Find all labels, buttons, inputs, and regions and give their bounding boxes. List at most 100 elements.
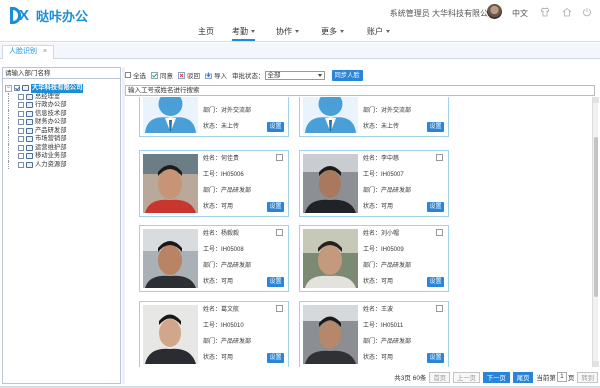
top-header: X 哒咔办公 系统管理员 大华科技有限公司 中文 主页 考勤 协作 更多 账户: [0, 0, 600, 42]
last-page-button[interactable]: 尾页: [512, 371, 534, 383]
department-search-input[interactable]: 请输入部门名称: [3, 68, 120, 79]
card-id: 工号：IH05007: [363, 172, 404, 178]
employee-card[interactable]: 姓名：何佳贵 工号：IH05006 部门：产品研发部 状态：可用 设置: [139, 150, 289, 217]
tree-checkbox[interactable]: [14, 85, 20, 92]
pagination: 共3页 60条 首页 上一页 下一页 尾页 当前第 1 页 转到: [125, 370, 598, 384]
tab-label: 人脸识别: [9, 48, 37, 55]
tree-item[interactable]: 信息技术部: [5, 109, 83, 118]
nav-attendance[interactable]: 考勤: [232, 27, 255, 41]
tree-item[interactable]: 人力资源部: [5, 160, 83, 169]
tree-item[interactable]: 总经理室: [5, 92, 83, 101]
face-photo: [303, 305, 358, 364]
scroll-thumb[interactable]: [594, 137, 598, 297]
approve-button[interactable]: 同意: [151, 70, 173, 80]
nav-more[interactable]: 更多: [321, 27, 344, 41]
card-department: 部门：产品研发部: [363, 188, 412, 194]
card-settings-button[interactable]: 设置: [427, 202, 444, 212]
current-user[interactable]: 系统管理员 大华科技有限公司: [390, 8, 496, 19]
card-name: 姓名：李中慈: [363, 156, 400, 162]
face-photo: [303, 229, 358, 288]
page-number-input[interactable]: 1: [556, 372, 567, 382]
tree-checkbox[interactable]: [18, 119, 24, 126]
reject-button[interactable]: 驳回: [178, 70, 200, 80]
card-id: 工号：IH05009: [363, 247, 404, 253]
card-id: [203, 97, 283, 106]
tree-item-label: 市场营销部: [35, 135, 67, 142]
card-id: 工号：IH05006: [203, 172, 244, 178]
tree-item[interactable]: 行政办公部: [5, 101, 83, 110]
nav-account[interactable]: 账户: [367, 27, 390, 41]
tree-item[interactable]: 运营维护部: [5, 143, 83, 152]
tree-item[interactable]: 财务办公部: [5, 118, 83, 127]
select-all-checkbox[interactable]: [125, 72, 131, 78]
tree-item-label: 移动业务部: [35, 152, 67, 159]
tree-checkbox[interactable]: [18, 102, 24, 109]
avatar[interactable]: [487, 4, 502, 19]
card-department: 部门：产品研发部: [363, 263, 412, 269]
card-settings-button[interactable]: 设置: [267, 122, 284, 132]
employee-card[interactable]: 姓名：王波 工号：IH05011 部门：产品研发部 状态：可用 设置: [299, 301, 449, 367]
approve-icon: [151, 71, 158, 79]
tree-root[interactable]: − 大华科技有限公司: [5, 84, 84, 93]
department-icon: [26, 144, 33, 151]
shirt-icon[interactable]: [540, 7, 550, 17]
scroll-up-arrow[interactable]: [593, 97, 599, 103]
card-settings-button[interactable]: 设置: [427, 353, 444, 363]
face-photo: [143, 154, 198, 213]
brand-name: 哒咔办公: [36, 10, 89, 25]
tree-root-label: 大华科技有限公司: [31, 84, 84, 93]
tree-item[interactable]: 市场营销部: [5, 135, 83, 144]
app-logo[interactable]: X 哒咔办公: [10, 6, 88, 25]
current-page-suffix: 页: [567, 375, 575, 382]
card-id: 工号：IH05008: [203, 247, 244, 253]
nav-collaboration[interactable]: 协作: [276, 27, 299, 41]
employee-card[interactable]: 姓名：刘小帽 工号：IH05009 部门：产品研发部 状态：可用 设置: [299, 225, 449, 292]
tree-checkbox[interactable]: [18, 127, 24, 134]
scroll-down-arrow[interactable]: [593, 361, 599, 367]
employee-card[interactable]: 姓名：李中慈 工号：IH05007 部门：产品研发部 状态：可用 设置: [299, 150, 449, 217]
content-scrollbar[interactable]: [592, 97, 599, 367]
power-icon[interactable]: [582, 7, 592, 17]
card-settings-button[interactable]: 设置: [267, 202, 284, 212]
tree-checkbox[interactable]: [18, 161, 24, 168]
tree-item[interactable]: 移动业务部: [5, 152, 83, 161]
card-settings-button[interactable]: 设置: [267, 277, 284, 287]
card-id: [363, 97, 443, 106]
go-page-button[interactable]: 转到: [577, 371, 598, 383]
approve-label: 同意: [160, 73, 173, 80]
card-settings-button[interactable]: 设置: [427, 122, 444, 132]
collapse-icon[interactable]: −: [5, 84, 12, 92]
tree-item-label: 总经理室: [35, 92, 61, 100]
card-department: 部门：产品研发部: [203, 339, 252, 345]
language-switch[interactable]: 中文: [512, 8, 528, 19]
first-page-button[interactable]: 首页: [429, 371, 451, 383]
import-button[interactable]: 导入: [205, 70, 227, 80]
next-page-button[interactable]: 下一页: [482, 371, 510, 383]
employee-card[interactable]: 姓名：杨毅毅 工号：IH05008 部门：产品研发部 状态：可用 设置: [139, 225, 289, 292]
employee-card[interactable]: 姓名：葛文航 工号：IH05010 部门：产品研发部 状态：可用 设置: [139, 301, 289, 367]
employee-card[interactable]: 部门：对外交流部 状态：未上传 设置: [299, 97, 449, 137]
prev-page-button[interactable]: 上一页: [453, 371, 480, 383]
employee-search-input[interactable]: 输入工号或姓名进行搜索: [125, 85, 595, 96]
tree-checkbox[interactable]: [18, 153, 24, 160]
audit-status-select[interactable]: 全部: [264, 70, 325, 80]
tree-checkbox[interactable]: [18, 144, 24, 151]
tree-checkbox[interactable]: [18, 136, 24, 143]
card-settings-button[interactable]: 设置: [427, 277, 444, 287]
card-department: 部门：产品研发部: [203, 188, 252, 194]
card-settings-button[interactable]: 设置: [267, 353, 284, 363]
tab-strip: 人脸识别 ×: [0, 43, 600, 59]
close-icon[interactable]: ×: [43, 46, 47, 58]
tab-face-recognition[interactable]: 人脸识别 ×: [2, 45, 54, 59]
pager-summary: 共3页 60条: [394, 375, 427, 382]
home-icon[interactable]: [562, 7, 572, 17]
employee-card[interactable]: 部门：对外交流部 状态：未上传 设置: [139, 97, 289, 137]
select-all[interactable]: 全选: [125, 70, 146, 80]
nav-home[interactable]: 主页: [198, 27, 214, 41]
tree-item[interactable]: 产品研发部: [5, 126, 83, 135]
tree-checkbox[interactable]: [18, 93, 24, 100]
department-tree: − 大华科技有限公司 总经理室 行政办公部 信息技术部 财务办公部 产品研发部 …: [5, 84, 84, 169]
card-department: 部门：产品研发部: [203, 263, 252, 269]
sync-face-button[interactable]: 同步人脸: [331, 69, 363, 81]
tree-checkbox[interactable]: [18, 110, 24, 117]
